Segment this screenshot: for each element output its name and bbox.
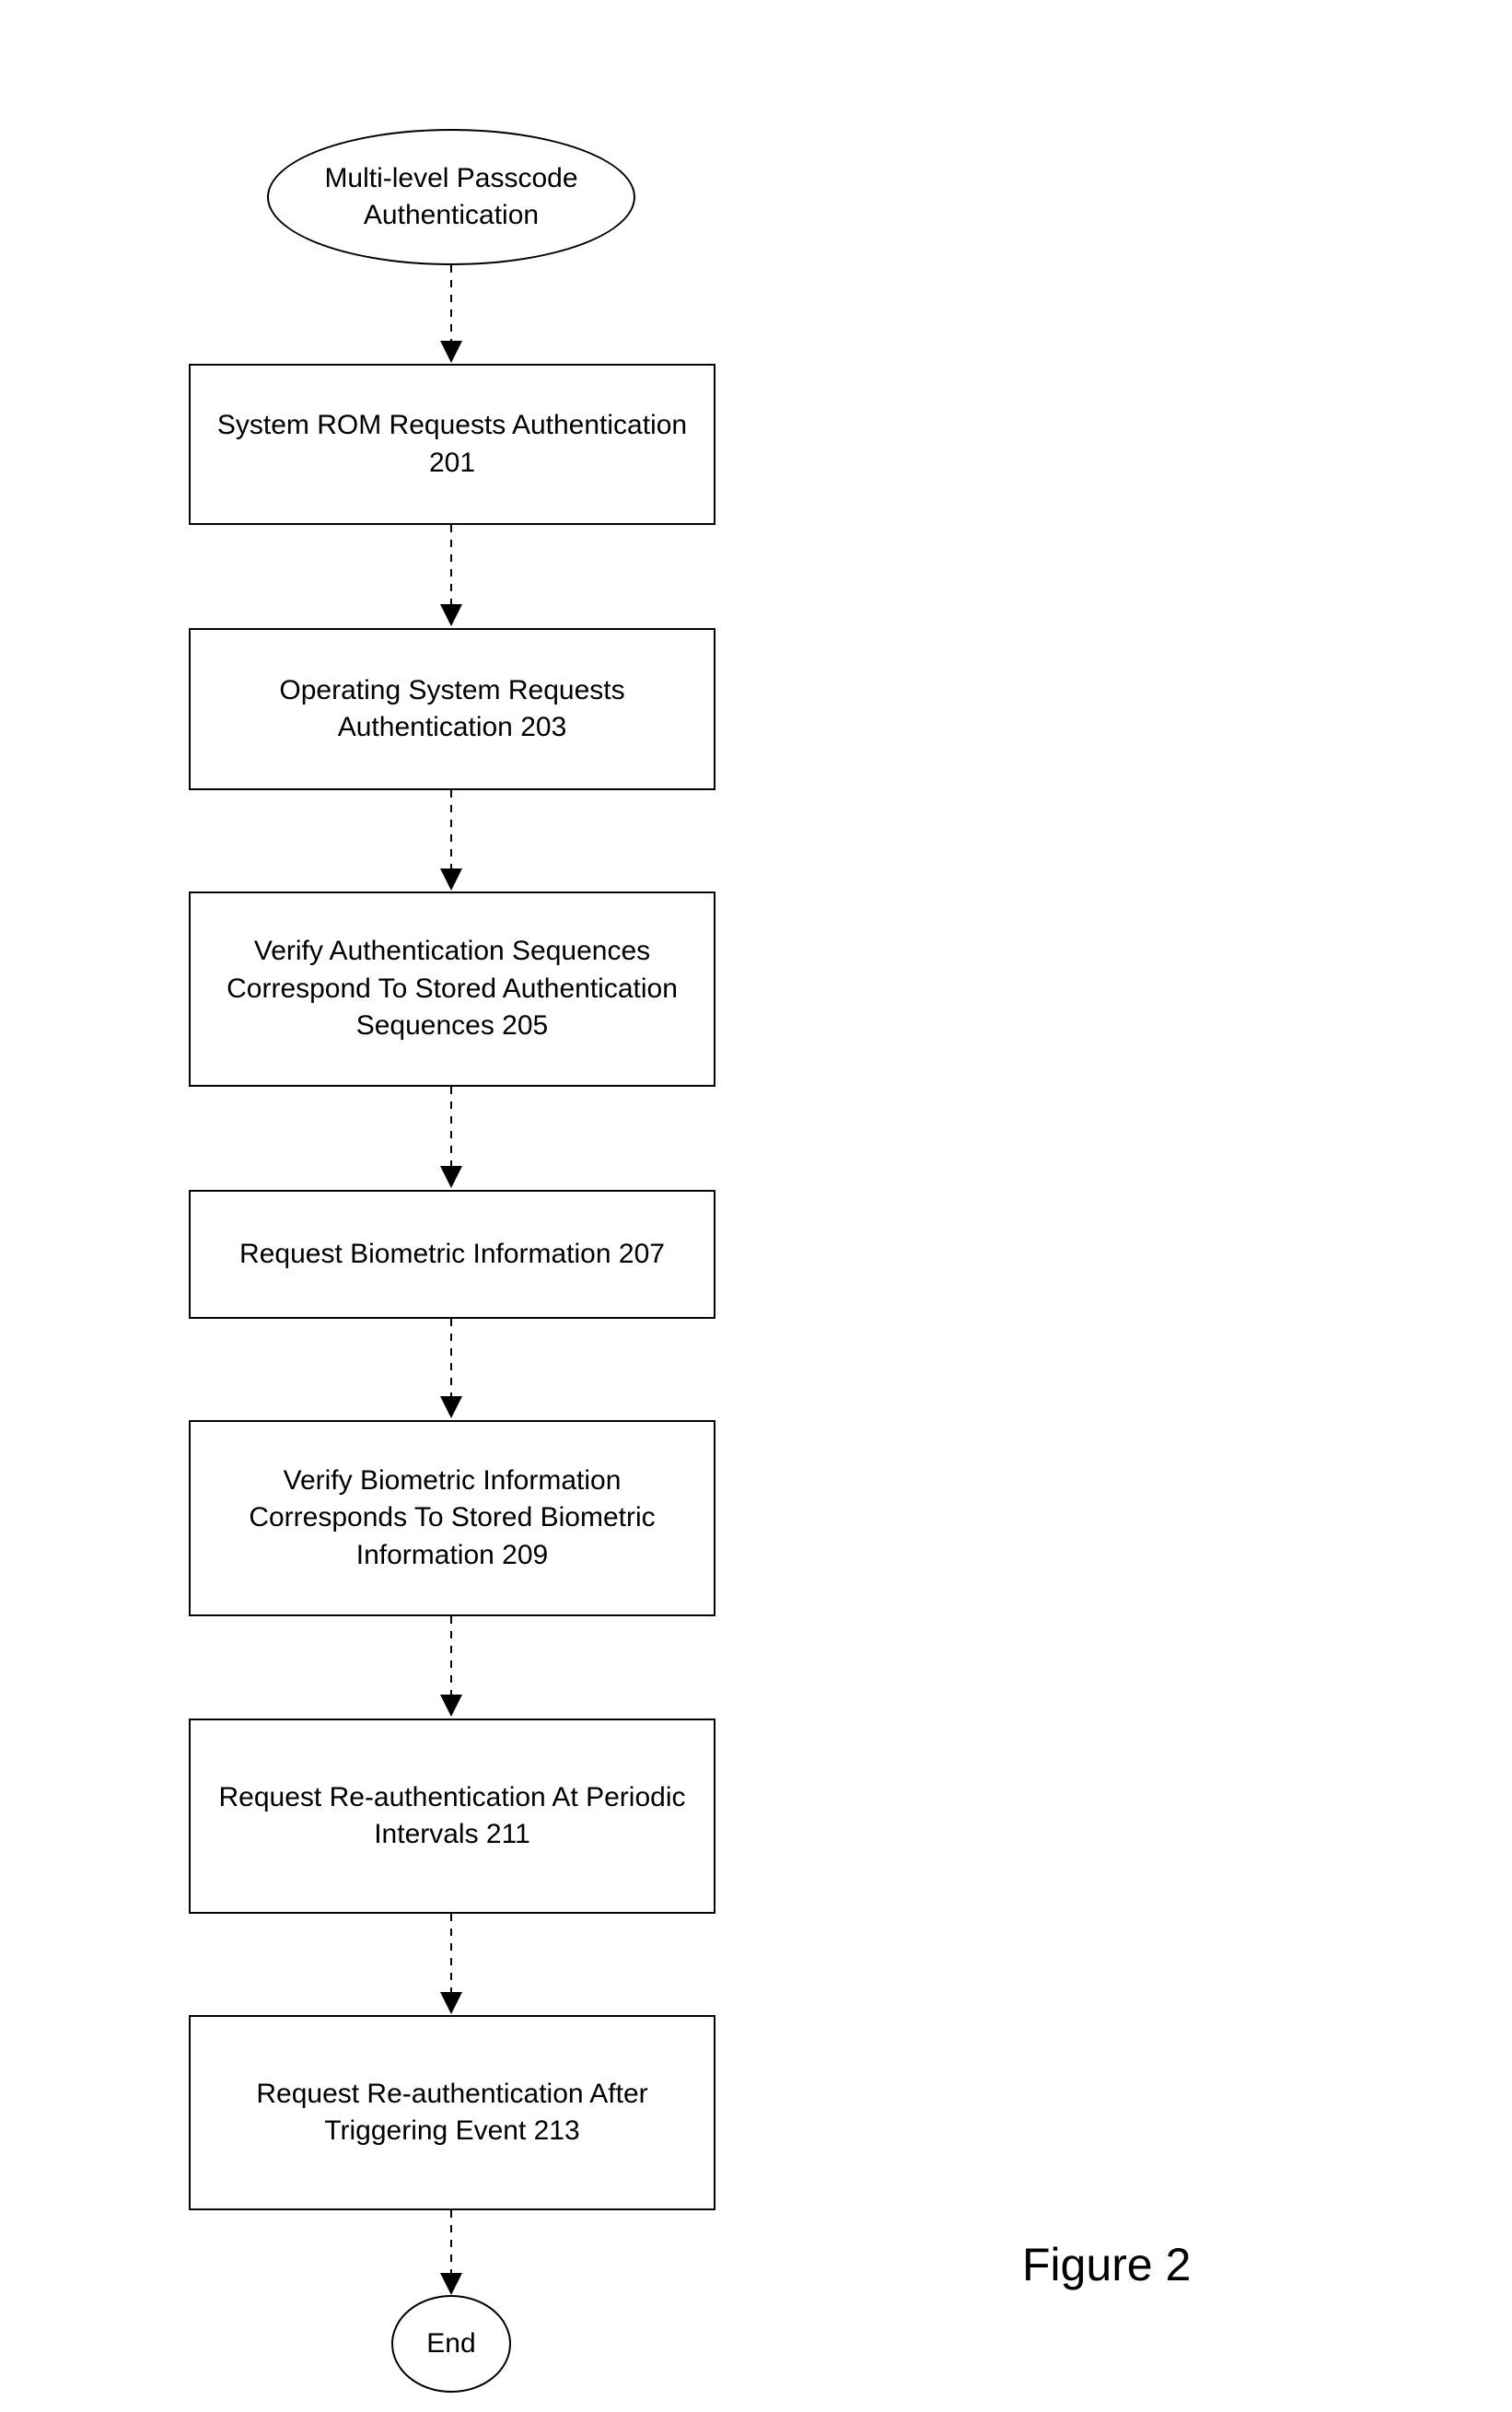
start-node: Multi-level PasscodeAuthentication <box>267 129 635 265</box>
step-205: Verify Authentication SequencesCorrespon… <box>189 891 715 1087</box>
step-203-label: Operating System RequestsAuthentication … <box>279 672 624 747</box>
step-207-label: Request Biometric Information 207 <box>239 1236 665 1274</box>
flowchart-canvas: Multi-level PasscodeAuthentication Syste… <box>0 0 1512 2412</box>
step-201: System ROM Requests Authentication201 <box>189 364 715 525</box>
step-207: Request Biometric Information 207 <box>189 1190 715 1319</box>
step-211-label: Request Re-authentication At PeriodicInt… <box>219 1779 686 1854</box>
step-205-label: Verify Authentication SequencesCorrespon… <box>227 933 678 1045</box>
end-node: End <box>391 2295 511 2393</box>
step-203: Operating System RequestsAuthentication … <box>189 628 715 790</box>
step-209: Verify Biometric InformationCorresponds … <box>189 1420 715 1616</box>
figure-label-text: Figure 2 <box>1022 2239 1191 2290</box>
end-label: End <box>426 2325 475 2363</box>
step-201-label: System ROM Requests Authentication201 <box>217 407 687 482</box>
step-209-label: Verify Biometric InformationCorresponds … <box>249 1462 655 1575</box>
figure-label: Figure 2 <box>1022 2238 1191 2291</box>
step-211: Request Re-authentication At PeriodicInt… <box>189 1719 715 1914</box>
step-213: Request Re-authentication AfterTriggerin… <box>189 2015 715 2210</box>
start-label: Multi-level PasscodeAuthentication <box>324 160 577 235</box>
step-213-label: Request Re-authentication AfterTriggerin… <box>256 2076 647 2150</box>
